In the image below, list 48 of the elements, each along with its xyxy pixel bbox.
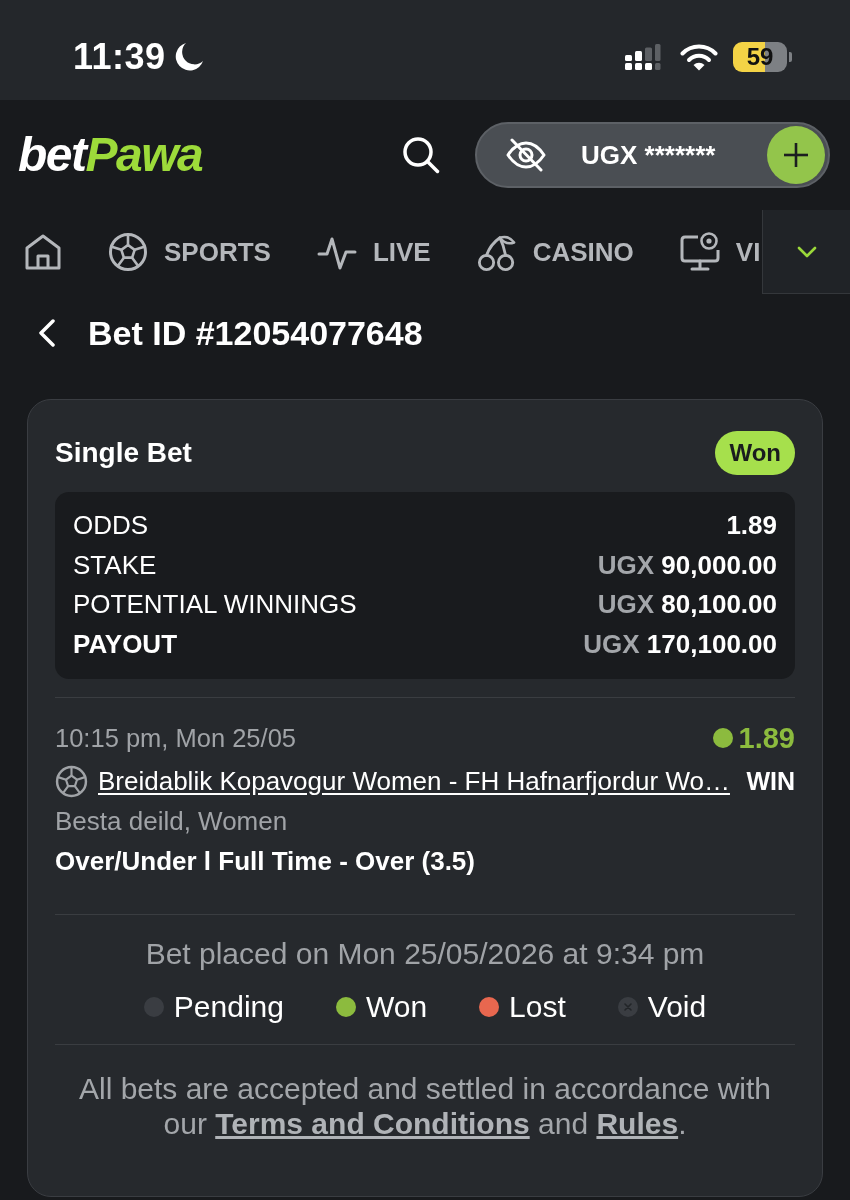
monitor-ball-icon[interactable] <box>679 232 720 272</box>
summary-value: UGX 90,000.00 <box>597 549 777 581</box>
match-link[interactable]: Breidablik Kopavogur Women - FH Hafnarfjordur Wo… <box>98 765 730 797</box>
page-title: Bet ID #12054077648 <box>88 313 423 353</box>
status-badge: Won <box>715 431 795 475</box>
league-text: Besta deild, Women <box>55 805 288 837</box>
bet-type-title: Single Bet <box>55 437 192 469</box>
legend-label: Won <box>365 990 428 1024</box>
summary-label: STAKE <box>73 549 157 581</box>
soccer-ball-icon[interactable] <box>108 232 148 272</box>
nav-tab[interactable]: VI <box>735 236 761 268</box>
summary-label: PAYOUT <box>73 628 178 660</box>
nav-tab[interactable]: SPORTS <box>164 236 271 268</box>
chevron-down-icon <box>796 245 817 258</box>
selection-odds: 1.89 <box>738 721 795 755</box>
summary-label: ODDS <box>73 510 149 542</box>
legend-label: Pending <box>173 990 284 1024</box>
result-dot-icon <box>712 728 733 748</box>
deposit-button[interactable] <box>767 126 825 184</box>
legend-label: Void <box>647 990 707 1024</box>
placed-date-text: Bet placed on Mon 25/05/2026 at 9:34 pm <box>144 936 706 972</box>
result-text: WIN <box>746 766 795 796</box>
disclaimer-link[interactable]: Terms and Conditions <box>215 1107 530 1140</box>
soccer-ball-icon <box>55 764 88 798</box>
eye-slash-icon[interactable] <box>505 138 547 172</box>
status-dot-icon <box>479 997 500 1017</box>
cross-dot-icon <box>617 997 638 1017</box>
nav-tab[interactable]: CASINO <box>532 236 634 268</box>
summary-value: 1.89 <box>726 510 777 542</box>
market-text: Over/Under l Full Time - Over (3.5) <box>55 845 475 877</box>
disclaimer-link[interactable]: Rules <box>596 1107 679 1140</box>
balance-text: UGX ******* <box>581 139 716 171</box>
status-dot-icon <box>335 997 356 1017</box>
summary-value: UGX 170,100.00 <box>583 628 777 660</box>
search-icon[interactable] <box>402 136 440 174</box>
battery-indicator: 59 <box>733 42 792 72</box>
plus-icon <box>783 142 809 168</box>
status-time: 11:39 <box>73 36 166 78</box>
back-chevron-icon[interactable] <box>38 319 56 347</box>
disclaimer-text: All bets are accepted and settled in accordance with our Terms and Conditions and Rules. <box>77 1071 773 1141</box>
summary-value: UGX 80,100.00 <box>597 589 777 621</box>
summary-label: POTENTIAL WINNINGS <box>73 589 357 621</box>
wifi-icon <box>680 43 718 71</box>
legend-label: Lost <box>509 990 566 1024</box>
moon-icon <box>173 42 204 72</box>
home-icon[interactable] <box>24 233 62 271</box>
event-time: 10:15 pm, Mon 25/05 <box>55 723 296 753</box>
nav-tab[interactable]: LIVE <box>372 236 431 268</box>
